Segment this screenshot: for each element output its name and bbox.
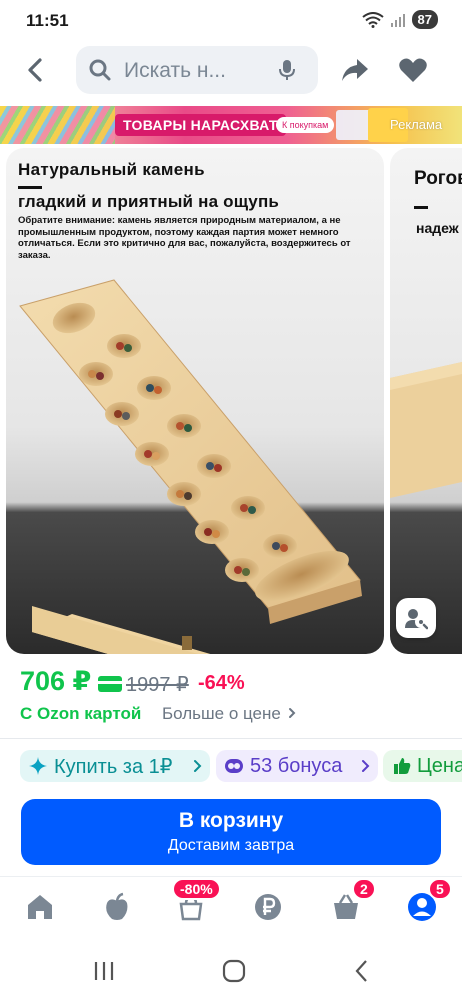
- home-icon[interactable]: [25, 892, 55, 922]
- old-price: 1997 ₽: [126, 674, 189, 696]
- microphone-icon[interactable]: [277, 58, 297, 82]
- fresh-apple-icon[interactable]: [102, 892, 132, 922]
- discount-percent: -64%: [198, 672, 245, 694]
- bonus-icon: [225, 759, 243, 773]
- divider: [0, 738, 462, 739]
- back-icon[interactable]: [20, 56, 52, 84]
- bottom-nav-divider: [0, 876, 462, 877]
- current-price: 706 ₽: [20, 666, 92, 696]
- top-nav: Искать н...: [0, 44, 462, 96]
- banner-title: ТОВАРЫ НАРАСХВАТ: [115, 114, 286, 136]
- wifi-icon: [361, 11, 384, 28]
- price-rating-chip[interactable]: Цена: [383, 750, 462, 782]
- search-icon: [89, 59, 111, 81]
- ruble-finance-icon[interactable]: [253, 892, 283, 922]
- add-to-cart-button[interactable]: В корзину Доставим завтра: [21, 799, 441, 865]
- favorite-heart-icon[interactable]: [398, 56, 428, 84]
- chevron-right-icon: [362, 760, 370, 772]
- board-edge-illustration: [390, 362, 462, 498]
- home-button-icon[interactable]: [222, 959, 246, 983]
- bonus-chip[interactable]: 53 бонуса: [216, 750, 378, 782]
- delivery-label: Доставим завтра: [167, 837, 295, 854]
- system-navigation-bar: [0, 944, 462, 1000]
- banner-shop-button[interactable]: К покупкам: [276, 117, 335, 133]
- slide-title: Рогов: [414, 168, 462, 189]
- buy-for-1-ruble-chip[interactable]: Купить за 1₽: [20, 750, 210, 782]
- share-icon[interactable]: [340, 56, 370, 84]
- status-bar: 11:51 87: [0, 0, 462, 44]
- add-to-cart-label: В корзину: [178, 809, 284, 832]
- sale-badge: -80%: [172, 878, 221, 900]
- status-time: 11:51: [26, 11, 69, 30]
- ozon-card-icon: [98, 676, 122, 692]
- banner-decoration: [0, 106, 115, 144]
- slide-title: Натуральный камень: [18, 160, 205, 179]
- chevron-right-icon: [288, 708, 296, 718]
- mancala-board-illustration: [19, 279, 362, 654]
- title-divider: [414, 206, 428, 209]
- product-image-slide-next[interactable]: Рогов надеж: [390, 148, 462, 654]
- search-placeholder: Искать н...: [124, 59, 226, 82]
- sparkle-icon: [29, 757, 47, 775]
- price-details-link[interactable]: Больше о цене: [162, 704, 298, 724]
- ad-banner[interactable]: ТОВАРЫ НАРАСХВАТ К покупкам Реклама: [0, 106, 462, 144]
- recent-apps-icon[interactable]: [92, 960, 116, 982]
- cart-count-badge: 2: [352, 878, 376, 900]
- chip-label: Купить за 1₽: [54, 755, 173, 778]
- product-image-slide[interactable]: Натуральный камень гладкий и приятный на…: [6, 148, 384, 654]
- chip-label: Цена: [417, 754, 462, 777]
- chevron-right-icon: [194, 760, 202, 772]
- signal-icon: [390, 13, 405, 27]
- thumbs-up-icon: [394, 758, 411, 774]
- profile-badge: 5: [428, 878, 452, 900]
- battery-indicator: 87: [411, 10, 438, 29]
- ozon-card-label: С Ozon картой: [20, 704, 142, 723]
- chip-label: 53 бонуса: [250, 754, 343, 777]
- price-details-label: Больше о цене: [162, 704, 281, 723]
- search-input[interactable]: Искать н...: [76, 46, 318, 94]
- ad-label[interactable]: Реклама: [390, 117, 442, 132]
- title-divider: [18, 186, 42, 189]
- slide-note: Обратите внимание: камень является приро…: [18, 215, 351, 261]
- image-search-button[interactable]: [396, 598, 436, 638]
- slide-subtitle: надеж: [416, 220, 459, 236]
- slide-subtitle: гладкий и приятный на ощупь: [18, 192, 280, 211]
- back-button-icon[interactable]: [352, 959, 372, 983]
- image-search-icon: [405, 609, 428, 630]
